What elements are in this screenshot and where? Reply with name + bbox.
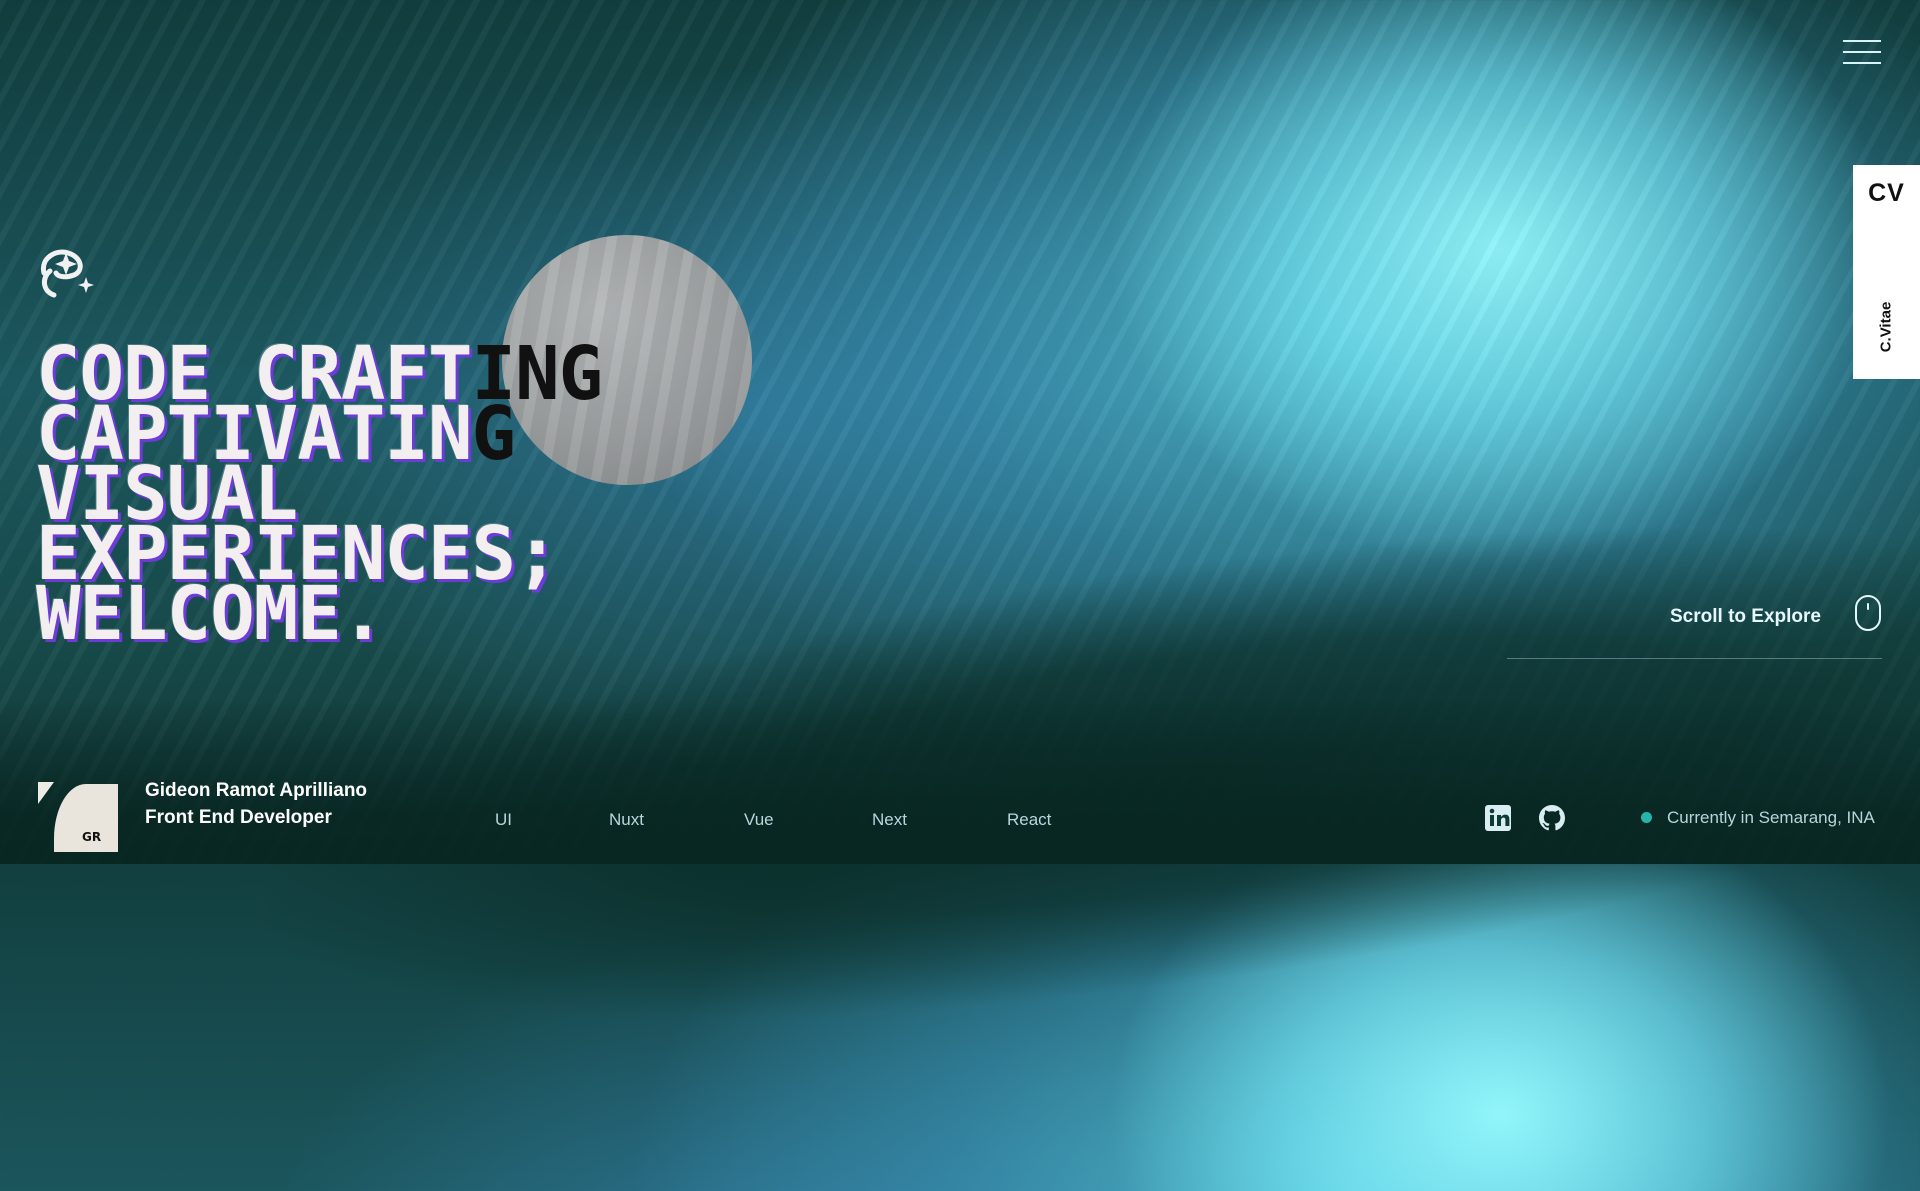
avatar-image: GR — [54, 784, 118, 852]
tech-link-next[interactable]: Next — [872, 810, 907, 830]
scroll-to-explore-label[interactable]: Scroll to Explore — [1670, 606, 1821, 628]
tech-link-ui[interactable]: UI — [495, 810, 512, 830]
cv-title: CV — [1868, 179, 1905, 207]
profile-role: Front End Developer — [145, 807, 332, 828]
hamburger-line — [1843, 40, 1881, 42]
tech-link-nuxt[interactable]: Nuxt — [609, 810, 644, 830]
status-dot-icon — [1641, 812, 1652, 823]
cv-tab-button[interactable]: CV C.Vitae — [1853, 165, 1920, 379]
hero-line-5-text: WELCOME. — [36, 571, 385, 657]
hero-line-2-overlay-text: G — [471, 391, 517, 477]
location-status-text: Currently in Semarang, INA — [1667, 808, 1875, 827]
brand-logo-icon[interactable] — [36, 243, 96, 299]
tech-link-react[interactable]: React — [1007, 810, 1051, 830]
profile-avatar[interactable]: GR — [38, 782, 118, 852]
hamburger-line — [1843, 62, 1881, 64]
profile-name: Gideon Ramot Aprilliano — [145, 780, 368, 801]
hero-heading: CODE CRAFTING CAPTIVATING VISUAL EXPERIE… — [36, 337, 603, 651]
avatar-corner-shape — [38, 782, 54, 804]
github-icon[interactable] — [1537, 803, 1567, 833]
tech-link-vue[interactable]: Vue — [744, 810, 774, 830]
hamburger-line — [1843, 51, 1881, 53]
menu-hamburger-icon[interactable] — [1843, 40, 1881, 68]
avatar-initials: GR — [82, 830, 102, 844]
linkedin-icon[interactable] — [1483, 803, 1513, 833]
cv-subtitle: C.Vitae — [1877, 301, 1895, 353]
mouse-scroll-icon[interactable] — [1855, 595, 1881, 631]
divider-line — [1507, 658, 1882, 659]
